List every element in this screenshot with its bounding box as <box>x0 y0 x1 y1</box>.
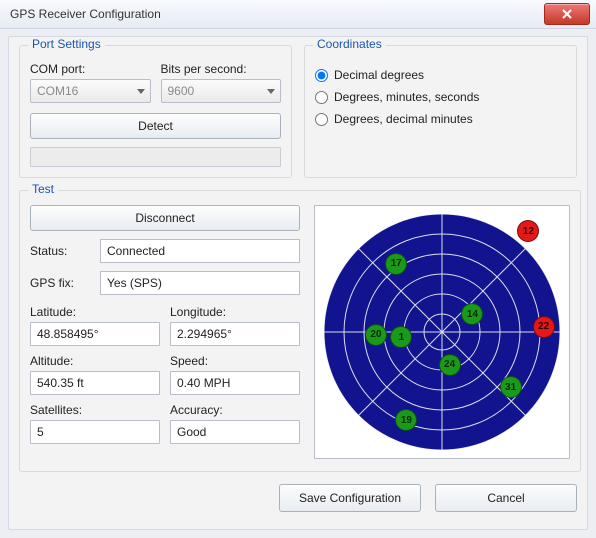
com-port-combo[interactable]: COM16 <box>30 79 151 103</box>
coord-radio-decimal-degrees[interactable]: Decimal degrees <box>315 68 566 82</box>
baud-value: 9600 <box>168 84 195 98</box>
dialog-body: Port Settings COM port: COM16 Bits per s… <box>8 36 588 530</box>
baud-combo[interactable]: 9600 <box>161 79 282 103</box>
detect-progress <box>30 147 281 167</box>
lat-field[interactable]: 48.858495° <box>30 322 160 346</box>
coordinates-legend: Coordinates <box>313 37 386 51</box>
coordinates-group: Coordinates Decimal degrees Degrees, min… <box>304 45 577 178</box>
sats-field[interactable]: 5 <box>30 420 160 444</box>
close-icon <box>561 9 573 19</box>
detect-button[interactable]: Detect <box>30 113 281 139</box>
gpsfix-label: GPS fix: <box>30 276 92 290</box>
satellite-17: 17 <box>385 253 407 275</box>
close-button[interactable] <box>544 3 590 25</box>
speed-label: Speed: <box>170 354 300 368</box>
coord-radio-ddm[interactable]: Degrees, decimal minutes <box>315 112 566 126</box>
acc-label: Accuracy: <box>170 403 300 417</box>
lon-label: Longitude: <box>170 305 300 319</box>
com-port-label: COM port: <box>30 62 151 76</box>
satellite-14: 14 <box>461 303 483 325</box>
test-legend: Test <box>28 182 58 196</box>
save-configuration-button[interactable]: Save Configuration <box>279 484 421 512</box>
window-title: GPS Receiver Configuration <box>10 7 161 21</box>
port-settings-legend: Port Settings <box>28 37 105 51</box>
test-group: Test Disconnect Status: Connected GPS fi… <box>19 190 581 472</box>
speed-field[interactable]: 0.40 MPH <box>170 371 300 395</box>
title-bar: GPS Receiver Configuration <box>0 0 596 29</box>
satellite-19: 19 <box>395 409 417 431</box>
chevron-down-icon <box>267 84 275 98</box>
disconnect-button[interactable]: Disconnect <box>30 205 300 231</box>
com-port-value: COM16 <box>37 84 78 98</box>
coord-radio-dms[interactable]: Degrees, minutes, seconds <box>315 90 566 104</box>
sats-label: Satellites: <box>30 403 160 417</box>
lon-field[interactable]: 2.294965° <box>170 322 300 346</box>
satellite-24: 24 <box>439 354 461 376</box>
baud-label: Bits per second: <box>161 62 282 76</box>
sky-plot-svg <box>315 206 569 458</box>
status-label: Status: <box>30 244 92 258</box>
acc-field[interactable]: Good <box>170 420 300 444</box>
status-value: Connected <box>100 239 300 263</box>
satellite-12: 12 <box>517 220 539 242</box>
cancel-button[interactable]: Cancel <box>435 484 577 512</box>
satellite-20: 20 <box>365 324 387 346</box>
gpsfix-value: Yes (SPS) <box>100 271 300 295</box>
alt-label: Altitude: <box>30 354 160 368</box>
satellite-1: 1 <box>390 326 412 348</box>
sky-plot: 12 17 14 22 201 24 31 19 <box>314 205 570 459</box>
chevron-down-icon <box>137 84 145 98</box>
port-settings-group: Port Settings COM port: COM16 Bits per s… <box>19 45 292 178</box>
satellite-22: 22 <box>533 316 555 338</box>
satellite-31: 31 <box>500 376 522 398</box>
lat-label: Latitude: <box>30 305 160 319</box>
alt-field[interactable]: 540.35 ft <box>30 371 160 395</box>
